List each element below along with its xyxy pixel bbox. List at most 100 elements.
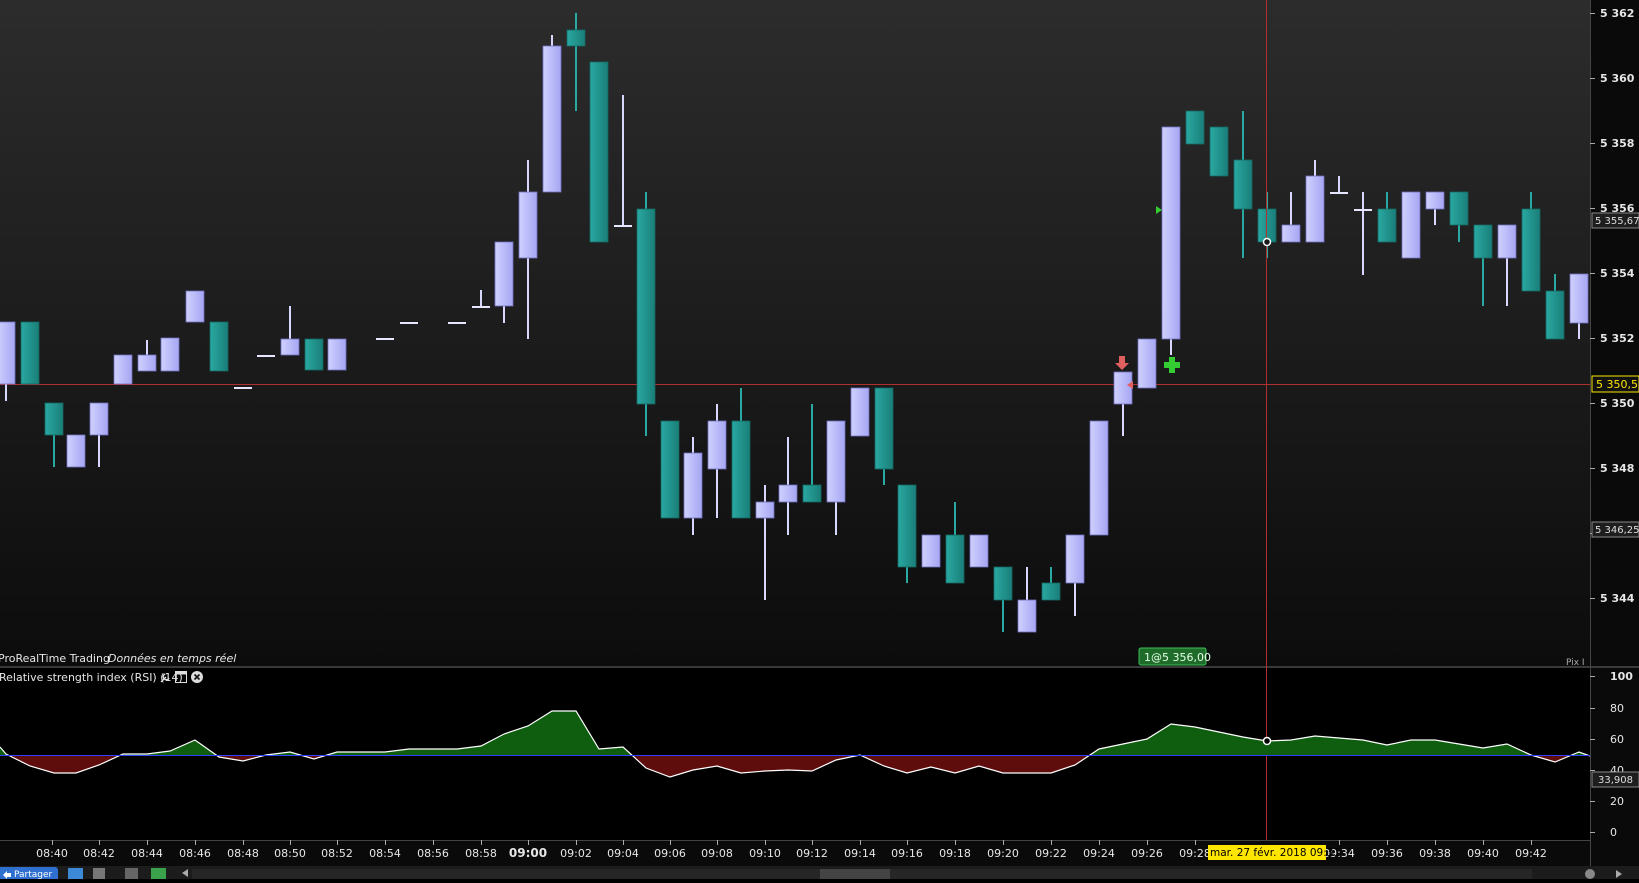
feed-status-label: Données en temps réel: [108, 652, 236, 665]
candle: [1209, 126, 1229, 177]
candle: [304, 338, 324, 371]
price-tick-label: 5 352: [1600, 332, 1634, 345]
candle: [589, 61, 609, 243]
candle: [969, 534, 989, 568]
price-tick-label: 5 348: [1600, 462, 1634, 475]
rsi-value-tag: 33,908: [1591, 771, 1639, 788]
candle: [20, 321, 40, 385]
provider-label: ProRealTime Trading: [0, 652, 110, 665]
candle: [376, 338, 394, 340]
candle: [636, 192, 656, 436]
time-tick-label: 08:46: [179, 847, 211, 860]
svg-text:Partager: Partager: [14, 870, 53, 879]
svg-text:mar. 27 févr. 2018 09:31: mar. 27 févr. 2018 09:31: [1210, 847, 1340, 859]
zoom-icon[interactable]: [1585, 869, 1595, 879]
share-button[interactable]: Partager: [0, 867, 58, 881]
candle: [660, 420, 680, 519]
candle: [257, 355, 275, 357]
price-tick-label: 5 354: [1600, 267, 1635, 280]
toolbar-tool-4-icon[interactable]: [151, 868, 166, 879]
time-tick-label: 09:04: [607, 847, 639, 860]
rsi-tick-label: 100: [1610, 670, 1633, 683]
time-tick-label: 08:48: [227, 847, 259, 860]
level-tag-2: 5 346,25: [1591, 521, 1639, 538]
chart-window: 5 362 5 360 5 358 5 356 5 354 5 352 5 350 5 348…: [0, 0, 1639, 881]
time-tick-label: 09:18: [939, 847, 971, 860]
rsi-crosshair-marker: [1262, 736, 1272, 746]
candle: [448, 322, 466, 324]
rsi-title-bar: Relative strength index (RSI) (14): [0, 669, 209, 685]
time-tick-label: 09:38: [1419, 847, 1451, 860]
corner-label: Pix I: [1566, 658, 1585, 668]
rsi-tick-label: 80: [1610, 702, 1624, 715]
time-tick-label: 09:42: [1515, 847, 1547, 860]
rsi-tick-label: 0: [1610, 826, 1617, 839]
time-tick-label: 08:50: [274, 847, 306, 860]
trading-chart[interactable]: 5 3625 3605 3585 3565 3545 3525 3505 348…: [0, 0, 1639, 881]
time-tick-label: 08:56: [417, 847, 449, 860]
price-tick-label: 5 350: [1600, 397, 1635, 410]
time-tick-label: 09:28: [1179, 847, 1211, 860]
time-tick-label: 09:36: [1371, 847, 1403, 860]
time-tick-label: 09:14: [844, 847, 876, 860]
time-tick-label: 09:16: [891, 847, 923, 860]
time-tick-label: 08:40: [36, 847, 68, 860]
candle: [542, 35, 562, 193]
time-tick-label: 08:42: [83, 847, 115, 860]
time-tick-label: 09:08: [701, 847, 733, 860]
time-tick-label: 09:00: [509, 846, 547, 860]
panel-separator[interactable]: [0, 666, 1639, 668]
time-tick-label: 09:06: [654, 847, 686, 860]
time-tick-label: 08:44: [131, 847, 163, 860]
crosshair-price-marker: [1262, 237, 1272, 247]
time-tick-label: 09:12: [796, 847, 828, 860]
time-tick-label: 08:54: [369, 847, 401, 860]
candle: [400, 322, 418, 324]
svg-text:5 350,5: 5 350,5: [1596, 378, 1638, 391]
candle: [850, 387, 870, 437]
candle: [1401, 191, 1421, 259]
rsi-title: Relative strength index (RSI) (14): [0, 671, 183, 684]
crosshair-time-tag: mar. 27 févr. 2018 09:31: [1208, 845, 1340, 860]
svg-text:5 355,67: 5 355,67: [1595, 216, 1639, 227]
time-tick-label: 09:10: [749, 847, 781, 860]
candle: [113, 354, 133, 385]
candle: [1137, 338, 1157, 389]
time-tick-label: 09:24: [1083, 847, 1115, 860]
candle: [185, 290, 205, 323]
scrollbar-thumb[interactable]: [820, 869, 890, 879]
candle: [66, 434, 86, 468]
position-tag[interactable]: 1@5 356,00: [1138, 647, 1211, 666]
candle: [921, 534, 941, 568]
candle: [1185, 110, 1205, 145]
toolbar-tool-1-icon[interactable]: [68, 868, 83, 879]
candle: [209, 321, 229, 372]
price-tick-label: 5 360: [1600, 72, 1635, 85]
price-tick-label: 5 358: [1600, 137, 1634, 150]
candle: [1161, 126, 1181, 355]
svg-text:5 346,25: 5 346,25: [1595, 525, 1639, 536]
candle: [1089, 420, 1109, 536]
time-tick-label: 09:26: [1131, 847, 1163, 860]
rsi-tick-label: 60: [1610, 733, 1624, 746]
time-tick-label: 09:22: [1035, 847, 1067, 860]
time-tick-label: 08:52: [321, 847, 353, 860]
time-tick-label: 09:40: [1467, 847, 1499, 860]
candle: [160, 337, 180, 372]
time-tick-label: 09:02: [560, 847, 592, 860]
toolbar-tool-2-icon[interactable]: [93, 868, 105, 879]
close-icon[interactable]: [191, 671, 203, 683]
rsi-axis-background: [1590, 668, 1639, 840]
time-tick-label: 08:58: [465, 847, 497, 860]
current-price-tag: 5 350,5: [1591, 375, 1639, 393]
candle: [234, 387, 252, 389]
svg-text:1@5 356,00: 1@5 356,00: [1144, 651, 1211, 664]
rsi-tick-label: 20: [1610, 795, 1624, 808]
price-panel-background: [0, 0, 1590, 666]
time-tick-label: 09:20: [987, 847, 1019, 860]
toolbar-tool-3-icon[interactable]: [125, 868, 138, 879]
price-tick-label: 5 344: [1600, 592, 1635, 605]
price-tick-label: 5 362: [1600, 7, 1634, 20]
level-tag-1: 5 355,67: [1591, 212, 1639, 229]
candle: [327, 338, 347, 371]
